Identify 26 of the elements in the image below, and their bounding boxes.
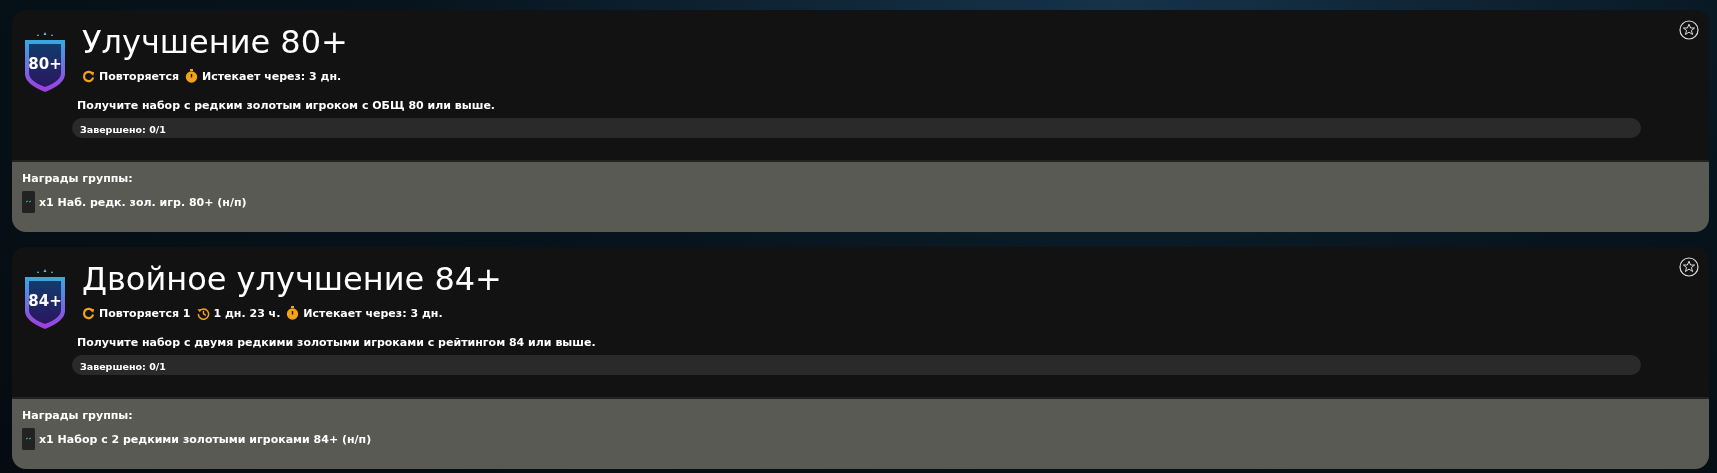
objective-meta-text: Истекает через: 3 дн. <box>202 69 342 83</box>
stopwatch-icon <box>185 69 198 83</box>
objective-description: Получите набор с редким золотым игроком с ОБЩ 80 или выше. <box>77 99 497 112</box>
objective-meta-text: Истекает через: 3 дн. <box>303 306 443 320</box>
favorite-button[interactable] <box>1679 257 1699 280</box>
favorite-button[interactable] <box>1679 20 1699 43</box>
rewards-heading: Награды группы: <box>22 172 134 185</box>
stopwatch-icon <box>286 306 300 320</box>
progress-label: Завершено: 0/1 <box>79 361 166 372</box>
objective-meta-text: Повторяется 1 <box>99 306 191 320</box>
objective-description: Получите набор с двумя редкими золотыми игроками с рейтингом 84 или выше. <box>77 336 597 349</box>
refresh-icon <box>82 69 95 83</box>
badge-rating: 84+ <box>27 292 63 310</box>
pack-icon <box>22 428 35 450</box>
reward-text: x1 Наб. редк. зол. игр. 80+ (н/п) <box>39 195 247 209</box>
history-icon <box>196 306 210 320</box>
pack-icon <box>22 191 35 213</box>
objective-title: Улучшение 80+ <box>82 22 348 62</box>
objective-title: Двойное улучшение 84+ <box>82 259 502 299</box>
objective-meta-text: 1 дн. 23 ч. <box>213 306 281 320</box>
objective-meta-text: Повторяется <box>99 69 179 83</box>
badge-rating: 80+ <box>27 55 63 73</box>
reward-text: x1 Набор с 2 редкими золотыми игроками 84+ (н/п) <box>39 432 372 446</box>
rewards-heading: Награды группы: <box>22 409 134 422</box>
progress-label: Завершено: 0/1 <box>79 124 166 135</box>
refresh-icon <box>82 306 95 320</box>
